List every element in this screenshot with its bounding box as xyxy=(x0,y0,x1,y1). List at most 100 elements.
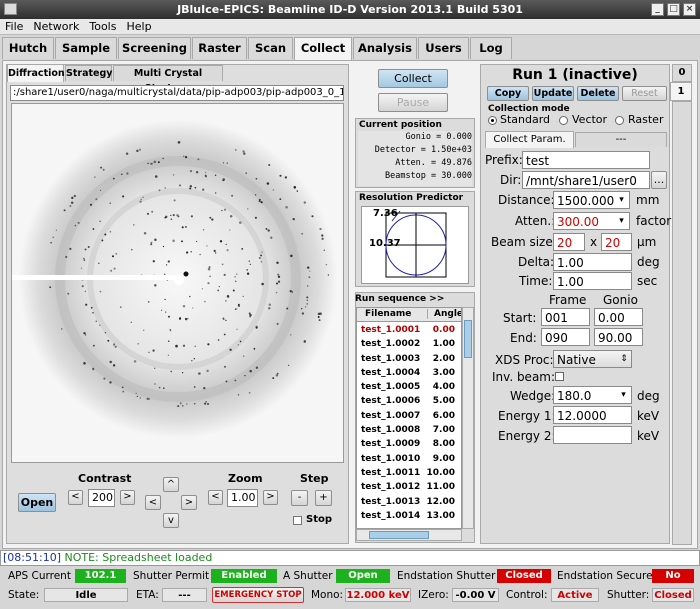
table-row[interactable]: test_1.0006 5.00 xyxy=(357,394,461,408)
emergency-stop-button[interactable]: EMERGENCY STOP xyxy=(212,587,304,603)
pause-button[interactable]: Pause xyxy=(378,93,448,112)
menu-bar: File Network Tools Help xyxy=(0,19,700,35)
atten-row: Atten. = 49.876 xyxy=(395,158,472,168)
tab-log[interactable]: Log xyxy=(470,37,512,59)
table-row[interactable]: test_1.0003 2.00 xyxy=(357,352,461,366)
subtab-diffraction[interactable]: Diffraction xyxy=(7,64,65,82)
run-tab-0[interactable]: 0 xyxy=(672,64,692,82)
wedge-dropdown-icon[interactable]: ▾ xyxy=(616,387,631,403)
mode-raster-radio[interactable] xyxy=(615,116,624,125)
shutter-label: Shutter: xyxy=(607,589,650,601)
mode-vector-radio[interactable] xyxy=(559,116,568,125)
pan-right-button[interactable]: > xyxy=(181,495,197,510)
table-row[interactable]: test_1.0004 3.00 xyxy=(357,366,461,380)
open-button[interactable]: Open xyxy=(18,493,56,512)
tab-sample[interactable]: Sample xyxy=(55,37,117,59)
filename-header[interactable]: Filename xyxy=(365,309,411,319)
pan-up-button[interactable]: ^ xyxy=(163,477,179,492)
delete-button[interactable]: Delete xyxy=(577,86,619,101)
subtab-collect-param[interactable]: Collect Param. xyxy=(485,131,574,148)
step-minus-button[interactable]: - xyxy=(291,490,308,506)
minimize-icon[interactable]: _ xyxy=(651,3,664,16)
xds-proc-label: XDS Proc: xyxy=(495,353,554,367)
stop-checkbox[interactable] xyxy=(293,516,302,525)
angle-cell: 5.00 xyxy=(432,396,455,407)
run-sequence-hscrollbar[interactable] xyxy=(356,529,462,541)
table-row[interactable]: test_1.0013 12.00 xyxy=(357,495,461,509)
browse-dir-button[interactable]: ... xyxy=(651,171,667,189)
tab-raster[interactable]: Raster xyxy=(192,37,247,59)
zoom-out-button[interactable]: < xyxy=(208,490,223,505)
run-tab-1[interactable]: 1 xyxy=(670,82,692,101)
table-row[interactable]: test_1.0001 0.00 xyxy=(357,323,461,337)
zoom-in-button[interactable]: > xyxy=(263,490,278,505)
tab-hutch[interactable]: Hutch xyxy=(2,37,54,59)
subtab-strategy[interactable]: Strategy xyxy=(65,65,112,81)
table-row[interactable]: test_1.0008 7.00 xyxy=(357,423,461,437)
tab-users[interactable]: Users xyxy=(418,37,469,59)
mode-standard-radio[interactable] xyxy=(488,116,497,125)
collect-button[interactable]: Collect xyxy=(378,69,448,88)
tab-analysis[interactable]: Analysis xyxy=(353,37,417,59)
angle-header[interactable]: Angle xyxy=(427,309,461,319)
state-label: State: xyxy=(8,589,40,601)
time-input[interactable]: 1.00 xyxy=(553,272,632,290)
menu-tools[interactable]: Tools xyxy=(84,19,121,34)
xds-dropdown-icon[interactable]: ⇕ xyxy=(617,351,631,367)
contrast-increase-button[interactable]: > xyxy=(120,490,135,505)
zoom-input[interactable]: 1.00 xyxy=(227,489,258,507)
pan-down-button[interactable]: v xyxy=(163,513,179,528)
log-message: NOTE: Spreadsheet loaded xyxy=(64,551,213,564)
angle-cell: 6.00 xyxy=(432,410,455,421)
resolution-outer-label: 7.36 xyxy=(373,208,398,219)
subtab-placeholder[interactable]: --- xyxy=(575,132,667,147)
table-row[interactable]: test_1.0002 1.00 xyxy=(357,337,461,351)
eta-value: --- xyxy=(162,588,207,602)
diffraction-image[interactable] xyxy=(11,103,344,463)
maximize-icon[interactable]: □ xyxy=(667,3,680,16)
energy2-input[interactable] xyxy=(553,426,632,444)
start-frame-input[interactable]: 001 xyxy=(541,308,590,326)
table-row[interactable]: test_1.0007 6.00 xyxy=(357,409,461,423)
menu-help[interactable]: Help xyxy=(121,19,156,34)
update-button[interactable]: Update xyxy=(532,86,574,101)
start-gonio-input[interactable]: 0.00 xyxy=(594,308,643,326)
tab-scan[interactable]: Scan xyxy=(248,37,293,59)
prefix-input[interactable]: test xyxy=(522,151,650,169)
run-sequence-vscrollbar[interactable] xyxy=(462,307,474,529)
end-frame-input[interactable]: 090 xyxy=(541,328,590,346)
copy-button[interactable]: Copy xyxy=(487,86,529,101)
control-value[interactable]: Active xyxy=(551,588,599,602)
beam-height-input[interactable]: 20 xyxy=(601,233,632,251)
close-icon[interactable]: × xyxy=(683,3,696,16)
menu-network[interactable]: Network xyxy=(28,19,84,34)
run-sequence-title[interactable]: Run sequence >> xyxy=(355,294,444,304)
tab-screening[interactable]: Screening xyxy=(118,37,191,59)
table-row[interactable]: test_1.0014 13.00 xyxy=(357,509,461,523)
table-row[interactable]: test_1.0005 4.00 xyxy=(357,380,461,394)
end-gonio-input[interactable]: 90.00 xyxy=(594,328,643,346)
distance-dropdown-icon[interactable]: ▾ xyxy=(614,192,629,208)
image-path-field[interactable]: :/share1/user0/naga/multicrystal/data/pi… xyxy=(10,85,344,101)
delta-input[interactable]: 1.00 xyxy=(553,253,632,271)
tab-collect[interactable]: Collect xyxy=(294,37,352,61)
atten-dropdown-icon[interactable]: ▾ xyxy=(614,213,629,229)
dir-input[interactable]: /mnt/share1/user0 xyxy=(522,171,650,189)
beam-width-input[interactable]: 20 xyxy=(553,233,585,251)
menu-file[interactable]: File xyxy=(0,19,28,34)
table-row[interactable]: test_1.0012 11.00 xyxy=(357,480,461,494)
table-row[interactable]: test_1.0009 8.00 xyxy=(357,437,461,451)
table-row[interactable]: test_1.0011 10.00 xyxy=(357,466,461,480)
contrast-decrease-button[interactable]: < xyxy=(68,490,83,505)
step-plus-button[interactable]: + xyxy=(315,490,332,506)
contrast-input[interactable]: 200 xyxy=(88,489,115,507)
hscroll-thumb[interactable] xyxy=(369,531,429,539)
scroll-thumb[interactable] xyxy=(464,320,472,358)
reset-button[interactable]: Reset xyxy=(622,86,667,101)
subtab-multi-crystal[interactable]: Multi Crystal Strategy xyxy=(113,65,223,94)
inv-beam-checkbox[interactable] xyxy=(555,372,564,381)
run-sequence-table: Filename Angle test_1.0001 0.00 test_1.000… xyxy=(356,307,462,529)
pan-left-button[interactable]: < xyxy=(145,495,161,510)
table-row[interactable]: test_1.0010 9.00 xyxy=(357,452,461,466)
energy1-input[interactable]: 12.0000 xyxy=(553,406,632,424)
